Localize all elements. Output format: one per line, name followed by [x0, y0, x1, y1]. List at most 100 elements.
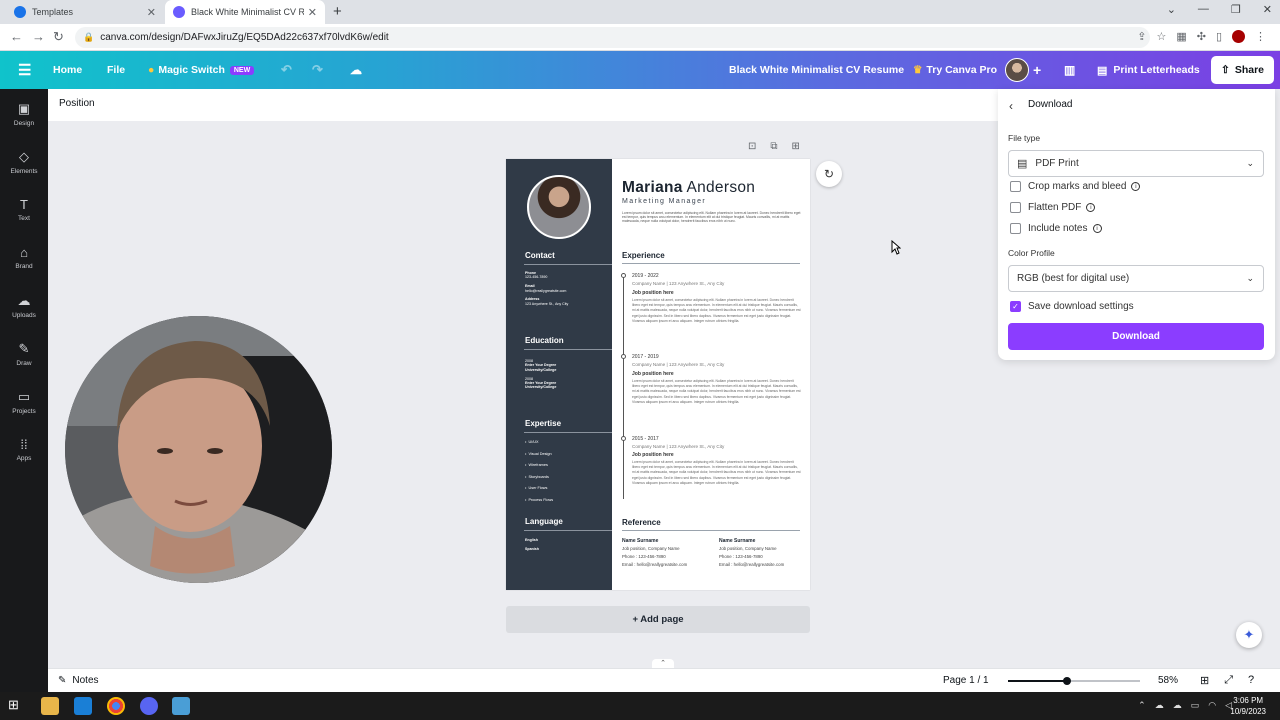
close-tab-icon[interactable]: ✕ [308, 6, 317, 19]
reload-icon[interactable]: ↻ [53, 29, 64, 45]
document-title[interactable]: Black White Minimalist CV Resume [729, 51, 904, 89]
reference-card[interactable]: Name Surname Job position, Company Name … [622, 537, 687, 569]
sidebar-item-projects[interactable]: ▭ Projects [0, 389, 48, 415]
file-type-select[interactable]: ▤ PDF Print ⌄ [1008, 150, 1264, 177]
forward-arrow-icon[interactable]: → [32, 29, 45, 44]
grid-view-icon[interactable]: ⊞ [1200, 674, 1209, 687]
crop-marks-checkbox[interactable]: Crop marks and bleed i [1010, 181, 1141, 192]
sidebar-item-text[interactable]: T Text [0, 197, 48, 222]
restore-icon[interactable]: ❐ [1231, 3, 1241, 16]
try-canva-pro-button[interactable]: ♛ Try Canva Pro [913, 51, 997, 89]
close-tab-icon[interactable]: ✕ [147, 6, 156, 19]
info-icon[interactable]: i [1092, 224, 1102, 233]
checkbox-checked[interactable]: ✓ [1010, 301, 1021, 312]
summary-text[interactable]: Lorem ipsum dolor sit amet, consectetur … [622, 211, 802, 224]
include-notes-checkbox[interactable]: Include notes i [1010, 223, 1102, 234]
lock-icon[interactable]: ⊡ [748, 141, 756, 152]
education-heading: Education [525, 336, 564, 345]
puzzle-icon[interactable]: ✣ [1197, 30, 1206, 43]
share-page-icon[interactable]: ⇪ [1137, 30, 1146, 43]
more-menu-icon[interactable]: ⋮ [1255, 30, 1266, 43]
resume-page[interactable]: Contact Phone 123-456-7890 Email hello@r… [506, 159, 810, 590]
magic-switch-button[interactable]: ● Magic Switch NEW [148, 51, 255, 89]
sidebar-label: Projects [12, 408, 36, 415]
file-menu-button[interactable]: File [107, 51, 125, 89]
taskbar-clock[interactable]: 3:06 PM 10/9/2023 [1230, 695, 1266, 717]
resume-role[interactable]: Marketing Manager [622, 198, 706, 205]
profile-photo[interactable] [527, 175, 591, 239]
share-button[interactable]: ⇧ Share [1211, 56, 1274, 84]
experience-timeline [623, 273, 624, 499]
sidepanel-icon[interactable]: ▯ [1216, 30, 1222, 43]
chevron-up-icon[interactable]: ⌃ [1138, 700, 1146, 711]
extension-grid-icon[interactable]: ▦ [1176, 30, 1186, 43]
position-button[interactable]: Position [59, 98, 95, 109]
cloud-icon[interactable]: ☁ [1155, 700, 1164, 711]
hamburger-menu-icon[interactable]: ☰ [18, 51, 31, 89]
sidebar-item-apps[interactable]: ⁞⁞ Apps [0, 437, 48, 462]
sidebar-item-draw[interactable]: ✎ Draw [0, 341, 48, 367]
file-explorer-icon[interactable] [41, 697, 59, 715]
cloud-saved-icon[interactable]: ☁ [350, 51, 362, 89]
cloud-icon[interactable]: ☁ [1173, 700, 1182, 711]
page-actions: ⊡ ⧉ ⊞ [748, 141, 800, 152]
zoom-slider-handle[interactable] [1063, 677, 1072, 685]
sidebar-item-brand[interactable]: ⌂ Brand [0, 245, 48, 270]
duplicate-page-icon[interactable]: ⧉ [770, 141, 777, 152]
language-item: Spanish [525, 546, 539, 551]
download-button[interactable]: Download [1008, 323, 1264, 350]
insights-chart-icon[interactable]: ▥ [1064, 51, 1075, 89]
notes-button[interactable]: ✎ Notes [58, 675, 99, 686]
experience-description[interactable]: Lorem ipsum dolor sit amet, consectetur … [632, 379, 802, 405]
print-letterheads-button[interactable]: ▤ Print Letterheads [1097, 51, 1200, 89]
network-icon[interactable]: ▭ [1191, 700, 1200, 711]
checkbox[interactable] [1010, 181, 1021, 192]
sidebar-item-elements[interactable]: ◇ Elements [0, 149, 48, 175]
checkbox[interactable] [1010, 202, 1021, 213]
close-window-icon[interactable]: ✕ [1263, 3, 1272, 16]
back-arrow-icon[interactable]: ← [10, 29, 23, 44]
bookmark-star-icon[interactable]: ☆ [1156, 30, 1166, 43]
add-page-button[interactable]: + Add page [506, 606, 810, 633]
windows-start-icon[interactable]: ⊞ [8, 697, 26, 715]
add-page-icon[interactable]: ⊞ [792, 141, 800, 152]
home-button[interactable]: Home [53, 51, 82, 89]
save-settings-checkbox[interactable]: ✓ Save download settings [1010, 301, 1134, 312]
chrome-icon[interactable] [107, 697, 125, 715]
chevron-up-icon[interactable]: ⌃ [652, 659, 674, 668]
sidebar-item-design[interactable]: ▣ Design [0, 101, 48, 127]
fullscreen-icon[interactable]: ⤢ [1224, 674, 1233, 687]
experience-description[interactable]: Lorem ipsum dolor sit amet, consectetur … [632, 298, 802, 324]
browser-tab-templates[interactable]: Templates ✕ [6, 0, 164, 24]
add-collaborator-icon[interactable]: + [1033, 51, 1041, 89]
wifi-icon[interactable]: ◠ [1208, 700, 1216, 711]
regenerate-icon[interactable]: ↻ [816, 161, 842, 187]
info-icon[interactable]: i [1131, 182, 1141, 191]
tab-search-icon[interactable]: ⌄ [1167, 3, 1176, 16]
user-avatar[interactable] [1005, 58, 1029, 82]
flatten-pdf-checkbox[interactable]: Flatten PDF i [1010, 202, 1096, 213]
sidebar-item-uploads[interactable]: ☁ Uploads [0, 293, 48, 319]
app-icon[interactable] [172, 697, 190, 715]
resume-name[interactable]: Mariana Anderson [622, 179, 755, 197]
reference-card[interactable]: Name Surname Job position, Company Name … [719, 537, 784, 569]
color-profile-select[interactable]: RGB (best for digital use) ⌄ [1008, 265, 1264, 292]
address-bar[interactable]: 🔒 canva.com/design/DAFwxJiruZg/EQ5DAd22c… [75, 27, 1150, 48]
redo-icon[interactable]: ↷ [312, 51, 323, 89]
page-indicator[interactable]: Page 1 / 1 [943, 675, 989, 686]
browser-tab-cv-resume[interactable]: Black White Minimalist CV Resume ✕ [165, 0, 325, 24]
discord-icon[interactable] [140, 697, 158, 715]
back-chevron-icon[interactable]: ‹ [1009, 99, 1013, 113]
minimize-icon[interactable]: — [1198, 3, 1209, 16]
magic-assistant-icon[interactable]: ✦ [1236, 622, 1262, 648]
profile-record-icon[interactable] [1232, 30, 1245, 43]
checkbox[interactable] [1010, 223, 1021, 234]
experience-description[interactable]: Lorem ipsum dolor sit amet, consectetur … [632, 460, 802, 486]
zoom-slider[interactable] [1008, 677, 1140, 685]
mail-icon[interactable] [74, 697, 92, 715]
undo-icon[interactable]: ↶ [281, 51, 292, 89]
info-icon[interactable]: i [1086, 203, 1096, 212]
new-tab-button[interactable]: + [333, 3, 342, 20]
help-icon[interactable]: ? [1248, 674, 1254, 687]
zoom-level[interactable]: 58% [1158, 675, 1178, 686]
